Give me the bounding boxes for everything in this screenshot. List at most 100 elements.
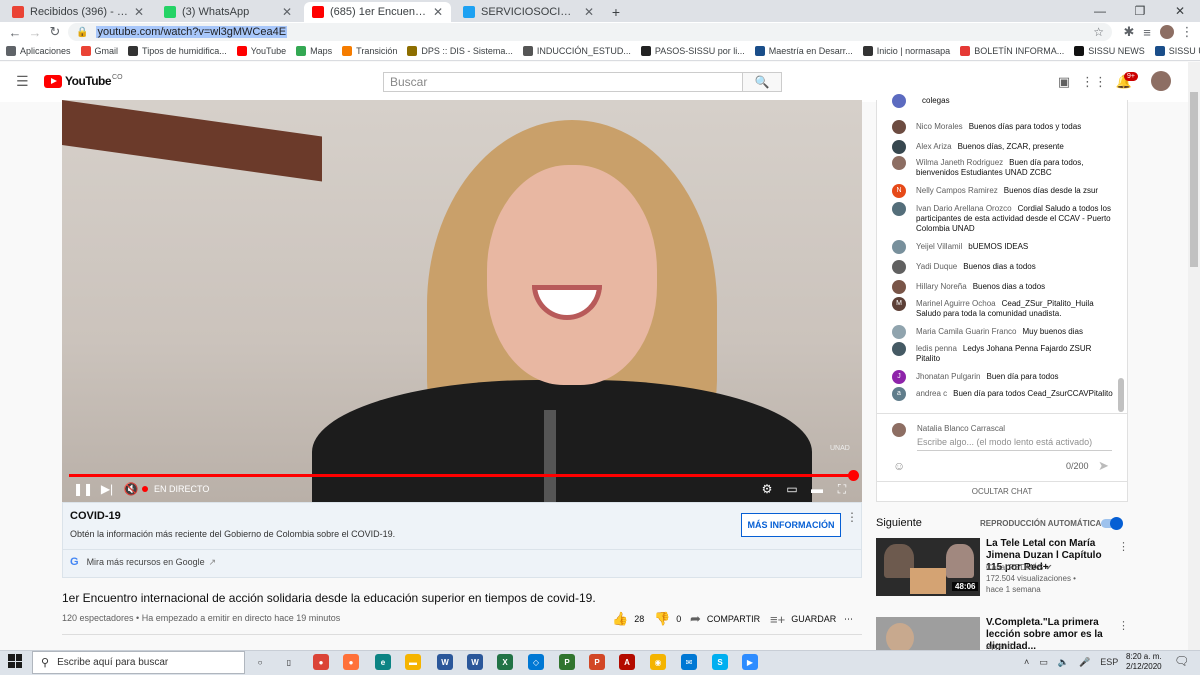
- back-icon[interactable]: ←: [6, 23, 24, 41]
- chat-avatar[interactable]: [892, 240, 906, 254]
- chat-avatar[interactable]: [892, 280, 906, 294]
- extensions-icon[interactable]: ✱: [1120, 23, 1138, 41]
- chat-author[interactable]: Wilma Janeth Rodriguez: [916, 158, 1003, 167]
- browser-tab-2[interactable]: (3) WhatsApp ✕: [156, 2, 300, 22]
- chat-author[interactable]: Jhonatan Pulgarin: [916, 372, 981, 381]
- like-button[interactable]: 👍 28: [612, 611, 644, 627]
- file-explorer-icon[interactable]: ▬: [405, 654, 421, 670]
- bookmark-star-icon[interactable]: ☆: [1093, 25, 1104, 39]
- dislike-button[interactable]: 👎 0: [654, 611, 681, 627]
- project-icon[interactable]: P: [559, 654, 575, 670]
- close-tab-icon[interactable]: ✕: [433, 5, 443, 19]
- google-resources-link[interactable]: G Mira más recursos en Google ↗: [70, 556, 216, 568]
- cube-icon[interactable]: ◇: [528, 654, 544, 670]
- address-bar[interactable]: 🔒 youtube.com/watch?v=wl3gMWCea4E ☆: [68, 23, 1112, 41]
- covid-menu-icon[interactable]: ⋮: [846, 510, 858, 524]
- word-icon[interactable]: W: [437, 654, 453, 670]
- bookmark-item[interactable]: Transición: [342, 46, 397, 56]
- new-tab-button[interactable]: +: [604, 2, 628, 22]
- chat-avatar[interactable]: [892, 156, 906, 170]
- chat-avatar[interactable]: N: [892, 184, 906, 198]
- bookmark-item[interactable]: DPS :: DIS - Sistema...: [407, 46, 513, 56]
- search-button[interactable]: 🔍: [742, 72, 782, 92]
- minimize-icon[interactable]: —: [1080, 0, 1120, 22]
- settings-gear-icon[interactable]: ⚙: [758, 481, 776, 497]
- mute-icon[interactable]: 🔇: [122, 481, 140, 497]
- tray-expand-icon[interactable]: ˄: [1024, 657, 1029, 667]
- chat-avatar[interactable]: J: [892, 370, 906, 384]
- close-tab-icon[interactable]: ✕: [282, 5, 292, 19]
- send-icon[interactable]: ➤: [1098, 458, 1109, 474]
- rec-menu-icon-1[interactable]: ⋮: [1118, 540, 1129, 553]
- video-player[interactable]: UNAD: [62, 100, 862, 502]
- bookmark-item[interactable]: Tipos de humidifica...: [128, 46, 227, 56]
- acrobat-icon[interactable]: A: [619, 654, 635, 670]
- windows-start-icon[interactable]: [8, 654, 22, 668]
- chat-avatar[interactable]: [892, 325, 906, 339]
- excel-icon[interactable]: X: [497, 654, 513, 670]
- chat-author[interactable]: Yadi Duque: [916, 262, 957, 271]
- more-actions-icon[interactable]: ⋯: [844, 611, 853, 627]
- rec-thumbnail-2[interactable]: [876, 617, 980, 650]
- chat-avatar[interactable]: [892, 120, 906, 134]
- network-icon[interactable]: ▭: [1039, 657, 1048, 668]
- chat-input[interactable]: Escribe algo... (el modo lento está acti…: [917, 437, 1092, 447]
- volume-icon[interactable]: 🔈: [1058, 657, 1069, 668]
- skype-icon[interactable]: S: [712, 654, 728, 670]
- close-tab-icon[interactable]: ✕: [584, 5, 594, 19]
- reload-icon[interactable]: ↻: [46, 23, 64, 41]
- youtube-logo[interactable]: YouTube CO: [44, 74, 123, 88]
- cortana-icon[interactable]: ○: [252, 654, 268, 670]
- media-icon[interactable]: ≡: [1138, 23, 1156, 41]
- chat-author[interactable]: Ivan Dario Arellana Orozco: [916, 204, 1012, 213]
- autoplay-toggle[interactable]: [1101, 517, 1123, 530]
- more-info-button[interactable]: MÁS INFORMACIÓN: [741, 513, 841, 537]
- chrome-icon[interactable]: ●: [313, 654, 329, 670]
- bookmark-item[interactable]: PASOS-SISSU por li...: [640, 46, 745, 56]
- bookmark-item[interactable]: BOLETÍN INFORMA...: [960, 46, 1064, 56]
- chat-author[interactable]: Nico Morales: [916, 122, 963, 131]
- edge-icon[interactable]: e: [375, 654, 391, 670]
- bookmark-item[interactable]: INDUCCIÓN_ESTUD...: [522, 46, 631, 56]
- menu-icon[interactable]: ☰: [16, 74, 30, 88]
- chat-author[interactable]: Marinel Aguirre Ochoa: [916, 299, 996, 308]
- profile-avatar[interactable]: [1160, 25, 1174, 39]
- fullscreen-icon[interactable]: ⛶: [833, 481, 851, 497]
- chat-author[interactable]: Yeijel Villamil: [916, 242, 962, 251]
- chat-avatar[interactable]: [892, 140, 906, 154]
- firefox-icon[interactable]: ●: [343, 654, 359, 670]
- browser-tab-4[interactable]: SERVICIOSOCIAL_UNAD_ZCORI ✕: [455, 2, 602, 22]
- browser-menu-icon[interactable]: ⋮: [1178, 23, 1196, 41]
- bookmark-item[interactable]: Aplicaciones: [6, 46, 71, 56]
- bookmark-item[interactable]: SISSU NEWS: [1074, 46, 1145, 56]
- bookmark-item[interactable]: Gmail: [80, 46, 118, 56]
- bookmark-item[interactable]: Maps: [296, 46, 332, 56]
- maximize-icon[interactable]: ❐: [1120, 0, 1160, 22]
- language-indicator[interactable]: ESP: [1100, 657, 1118, 667]
- search-input[interactable]: Buscar: [383, 72, 743, 92]
- miniplayer-icon[interactable]: ▭: [783, 481, 801, 497]
- chat-author[interactable]: Alex Ariza: [916, 142, 952, 151]
- chat-avatar[interactable]: [892, 202, 906, 216]
- colorful-app-icon[interactable]: ◉: [650, 654, 666, 670]
- progress-bar[interactable]: [69, 470, 859, 481]
- chat-avatar[interactable]: [892, 94, 906, 108]
- progress-scrubber[interactable]: [848, 470, 859, 481]
- close-window-icon[interactable]: ✕: [1160, 0, 1200, 22]
- task-view-icon[interactable]: ▯: [281, 654, 297, 670]
- chat-author[interactable]: Maria Camila Guarin Franco: [916, 327, 1016, 336]
- chat-scrollbar[interactable]: [1118, 378, 1124, 412]
- chat-avatar[interactable]: [892, 260, 906, 274]
- chat-author[interactable]: Nelly Campos Ramirez: [916, 186, 998, 195]
- system-clock[interactable]: 8:20 a. m. 2/12/2020: [1126, 652, 1162, 672]
- bookmark-item[interactable]: YouTube: [236, 46, 286, 56]
- chat-author[interactable]: Hillary Noreña: [916, 282, 967, 291]
- user-avatar[interactable]: [1151, 71, 1171, 91]
- word-icon-2[interactable]: W: [467, 654, 483, 670]
- live-indicator[interactable]: EN DIRECTO: [142, 481, 209, 497]
- emoji-icon[interactable]: ☺: [893, 459, 905, 473]
- chat-avatar[interactable]: a: [892, 387, 906, 401]
- microphone-icon[interactable]: 🎤: [1079, 657, 1090, 668]
- hide-chat-button[interactable]: OCULTAR CHAT: [877, 481, 1127, 501]
- rec-menu-icon-2[interactable]: ⋮: [1118, 619, 1129, 632]
